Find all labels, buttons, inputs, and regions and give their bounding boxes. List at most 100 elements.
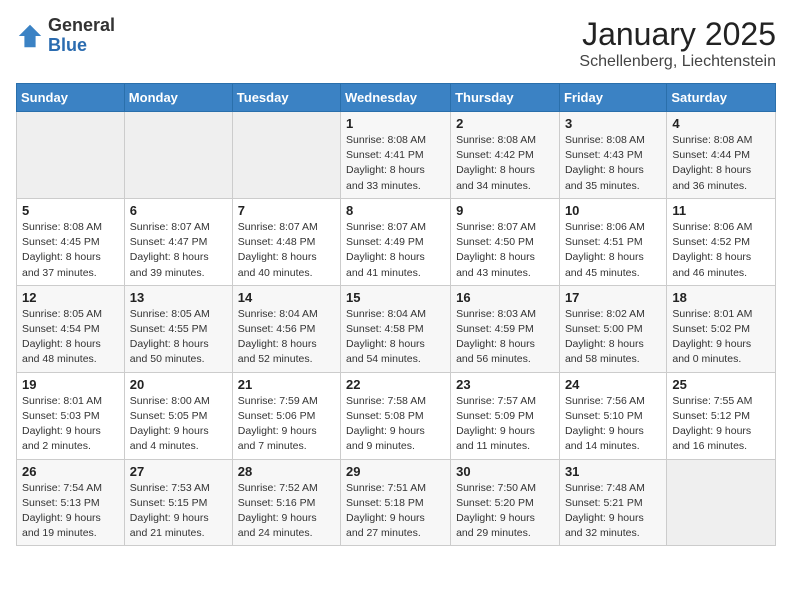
day-info: Sunrise: 8:06 AM Sunset: 4:51 PM Dayligh…	[565, 220, 661, 281]
calendar-cell: 13 Sunrise: 8:05 AM Sunset: 4:55 PM Dayli…	[124, 285, 232, 372]
day-number: 30	[456, 464, 554, 479]
day-info: Sunrise: 8:06 AM Sunset: 4:52 PM Dayligh…	[672, 220, 770, 281]
calendar-cell: 15 Sunrise: 8:04 AM Sunset: 4:58 PM Dayli…	[341, 285, 451, 372]
day-number: 7	[238, 203, 335, 218]
location-subtitle: Schellenberg, Liechtenstein	[579, 53, 776, 71]
calendar-cell: 6 Sunrise: 8:07 AM Sunset: 4:47 PM Daylig…	[124, 198, 232, 285]
day-info: Sunrise: 8:01 AM Sunset: 5:02 PM Dayligh…	[672, 307, 770, 368]
day-info: Sunrise: 7:55 AM Sunset: 5:12 PM Dayligh…	[672, 394, 770, 455]
day-info: Sunrise: 7:50 AM Sunset: 5:20 PM Dayligh…	[456, 481, 554, 542]
day-number: 27	[130, 464, 227, 479]
calendar-cell	[124, 112, 232, 199]
calendar-cell: 3 Sunrise: 8:08 AM Sunset: 4:43 PM Daylig…	[559, 112, 666, 199]
day-number: 19	[22, 377, 119, 392]
day-number: 21	[238, 377, 335, 392]
day-header-friday: Friday	[559, 84, 666, 112]
calendar-cell: 4 Sunrise: 8:08 AM Sunset: 4:44 PM Daylig…	[667, 112, 776, 199]
day-number: 11	[672, 203, 770, 218]
day-header-saturday: Saturday	[667, 84, 776, 112]
day-info: Sunrise: 8:07 AM Sunset: 4:50 PM Dayligh…	[456, 220, 554, 281]
page-header: General Blue January 2025 Schellenberg, …	[16, 16, 776, 71]
day-info: Sunrise: 8:00 AM Sunset: 5:05 PM Dayligh…	[130, 394, 227, 455]
day-number: 14	[238, 290, 335, 305]
calendar-cell: 8 Sunrise: 8:07 AM Sunset: 4:49 PM Daylig…	[341, 198, 451, 285]
week-row-5: 26 Sunrise: 7:54 AM Sunset: 5:13 PM Dayli…	[17, 459, 776, 546]
day-info: Sunrise: 8:03 AM Sunset: 4:59 PM Dayligh…	[456, 307, 554, 368]
day-number: 12	[22, 290, 119, 305]
calendar-cell	[17, 112, 125, 199]
day-number: 10	[565, 203, 661, 218]
day-header-thursday: Thursday	[451, 84, 560, 112]
day-info: Sunrise: 7:52 AM Sunset: 5:16 PM Dayligh…	[238, 481, 335, 542]
logo: General Blue	[16, 16, 115, 56]
day-number: 25	[672, 377, 770, 392]
calendar-cell: 22 Sunrise: 7:58 AM Sunset: 5:08 PM Dayli…	[341, 372, 451, 459]
day-info: Sunrise: 7:56 AM Sunset: 5:10 PM Dayligh…	[565, 394, 661, 455]
calendar-cell: 29 Sunrise: 7:51 AM Sunset: 5:18 PM Dayli…	[341, 459, 451, 546]
week-row-2: 5 Sunrise: 8:08 AM Sunset: 4:45 PM Daylig…	[17, 198, 776, 285]
calendar-cell: 9 Sunrise: 8:07 AM Sunset: 4:50 PM Daylig…	[451, 198, 560, 285]
calendar-cell: 31Sunrise: 7:48 AM Sunset: 5:21 PM Dayli…	[559, 459, 666, 546]
month-title: January 2025	[579, 16, 776, 53]
day-number: 22	[346, 377, 445, 392]
calendar-cell	[667, 459, 776, 546]
calendar-cell: 17Sunrise: 8:02 AM Sunset: 5:00 PM Dayli…	[559, 285, 666, 372]
day-info: Sunrise: 8:05 AM Sunset: 4:55 PM Dayligh…	[130, 307, 227, 368]
calendar-cell: 1Sunrise: 8:08 AM Sunset: 4:41 PM Daylig…	[341, 112, 451, 199]
calendar-cell: 7 Sunrise: 8:07 AM Sunset: 4:48 PM Daylig…	[232, 198, 340, 285]
calendar-cell: 14 Sunrise: 8:04 AM Sunset: 4:56 PM Dayli…	[232, 285, 340, 372]
calendar-cell: 5 Sunrise: 8:08 AM Sunset: 4:45 PM Daylig…	[17, 198, 125, 285]
calendar-cell: 20Sunrise: 8:00 AM Sunset: 5:05 PM Dayli…	[124, 372, 232, 459]
day-info: Sunrise: 8:05 AM Sunset: 4:54 PM Dayligh…	[22, 307, 119, 368]
day-info: Sunrise: 8:07 AM Sunset: 4:48 PM Dayligh…	[238, 220, 335, 281]
title-area: January 2025 Schellenberg, Liechtenstein	[579, 16, 776, 71]
calendar-cell: 27 Sunrise: 7:53 AM Sunset: 5:15 PM Dayli…	[124, 459, 232, 546]
day-number: 6	[130, 203, 227, 218]
day-number: 4	[672, 116, 770, 131]
day-info: Sunrise: 7:54 AM Sunset: 5:13 PM Dayligh…	[22, 481, 119, 542]
day-number: 16	[456, 290, 554, 305]
day-number: 13	[130, 290, 227, 305]
day-info: Sunrise: 8:08 AM Sunset: 4:42 PM Dayligh…	[456, 133, 554, 194]
day-number: 2	[456, 116, 554, 131]
day-info: Sunrise: 8:08 AM Sunset: 4:45 PM Dayligh…	[22, 220, 119, 281]
calendar-cell: 26 Sunrise: 7:54 AM Sunset: 5:13 PM Dayli…	[17, 459, 125, 546]
calendar-cell: 23Sunrise: 7:57 AM Sunset: 5:09 PM Dayli…	[451, 372, 560, 459]
day-number: 28	[238, 464, 335, 479]
day-header-monday: Monday	[124, 84, 232, 112]
calendar-cell: 21Sunrise: 7:59 AM Sunset: 5:06 PM Dayli…	[232, 372, 340, 459]
day-info: Sunrise: 8:08 AM Sunset: 4:43 PM Dayligh…	[565, 133, 661, 194]
calendar-cell: 28 Sunrise: 7:52 AM Sunset: 5:16 PM Dayli…	[232, 459, 340, 546]
day-number: 29	[346, 464, 445, 479]
calendar-cell: 24Sunrise: 7:56 AM Sunset: 5:10 PM Dayli…	[559, 372, 666, 459]
calendar-cell: 11 Sunrise: 8:06 AM Sunset: 4:52 PM Dayli…	[667, 198, 776, 285]
day-info: Sunrise: 8:01 AM Sunset: 5:03 PM Dayligh…	[22, 394, 119, 455]
calendar-cell: 10 Sunrise: 8:06 AM Sunset: 4:51 PM Dayli…	[559, 198, 666, 285]
calendar-cell: 18 Sunrise: 8:01 AM Sunset: 5:02 PM Dayli…	[667, 285, 776, 372]
day-header-tuesday: Tuesday	[232, 84, 340, 112]
day-info: Sunrise: 8:04 AM Sunset: 4:58 PM Dayligh…	[346, 307, 445, 368]
day-info: Sunrise: 7:48 AM Sunset: 5:21 PM Dayligh…	[565, 481, 661, 542]
day-info: Sunrise: 8:07 AM Sunset: 4:49 PM Dayligh…	[346, 220, 445, 281]
day-info: Sunrise: 8:07 AM Sunset: 4:47 PM Dayligh…	[130, 220, 227, 281]
logo-icon	[16, 22, 44, 50]
calendar-table: SundayMondayTuesdayWednesdayThursdayFrid…	[16, 83, 776, 546]
day-number: 23	[456, 377, 554, 392]
week-row-4: 19 Sunrise: 8:01 AM Sunset: 5:03 PM Dayli…	[17, 372, 776, 459]
day-info: Sunrise: 7:58 AM Sunset: 5:08 PM Dayligh…	[346, 394, 445, 455]
day-number: 5	[22, 203, 119, 218]
week-row-1: 1Sunrise: 8:08 AM Sunset: 4:41 PM Daylig…	[17, 112, 776, 199]
day-info: Sunrise: 8:04 AM Sunset: 4:56 PM Dayligh…	[238, 307, 335, 368]
day-info: Sunrise: 8:08 AM Sunset: 4:44 PM Dayligh…	[672, 133, 770, 194]
day-number: 3	[565, 116, 661, 131]
day-info: Sunrise: 7:51 AM Sunset: 5:18 PM Dayligh…	[346, 481, 445, 542]
day-info: Sunrise: 8:08 AM Sunset: 4:41 PM Dayligh…	[346, 133, 445, 194]
day-number: 9	[456, 203, 554, 218]
day-info: Sunrise: 7:53 AM Sunset: 5:15 PM Dayligh…	[130, 481, 227, 542]
day-number: 15	[346, 290, 445, 305]
day-number: 18	[672, 290, 770, 305]
day-number: 8	[346, 203, 445, 218]
day-header-sunday: Sunday	[17, 84, 125, 112]
calendar-cell	[232, 112, 340, 199]
day-number: 26	[22, 464, 119, 479]
